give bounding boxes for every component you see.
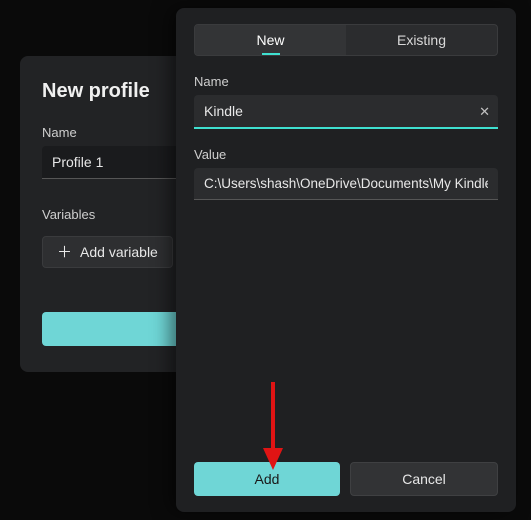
var-value-input[interactable]: [194, 168, 498, 200]
add-variable-button[interactable]: ＋ Add variable: [42, 236, 173, 268]
tab-new[interactable]: New: [195, 25, 346, 55]
add-button[interactable]: Add: [194, 462, 340, 496]
clear-icon[interactable]: ✕: [479, 104, 490, 120]
plus-icon: ＋: [57, 245, 72, 260]
dialog-buttons: Add Cancel: [194, 462, 498, 496]
tab-bar: New Existing: [194, 24, 498, 56]
add-variable-dialog: New Existing Name ✕ Value Add Cancel: [176, 8, 516, 512]
tab-existing[interactable]: Existing: [346, 25, 497, 55]
var-value-label: Value: [194, 147, 498, 162]
var-name-label: Name: [194, 74, 498, 89]
add-variable-label: Add variable: [80, 244, 158, 260]
var-name-input[interactable]: [194, 95, 498, 129]
var-name-field: ✕: [194, 95, 498, 129]
cancel-button[interactable]: Cancel: [350, 462, 498, 496]
